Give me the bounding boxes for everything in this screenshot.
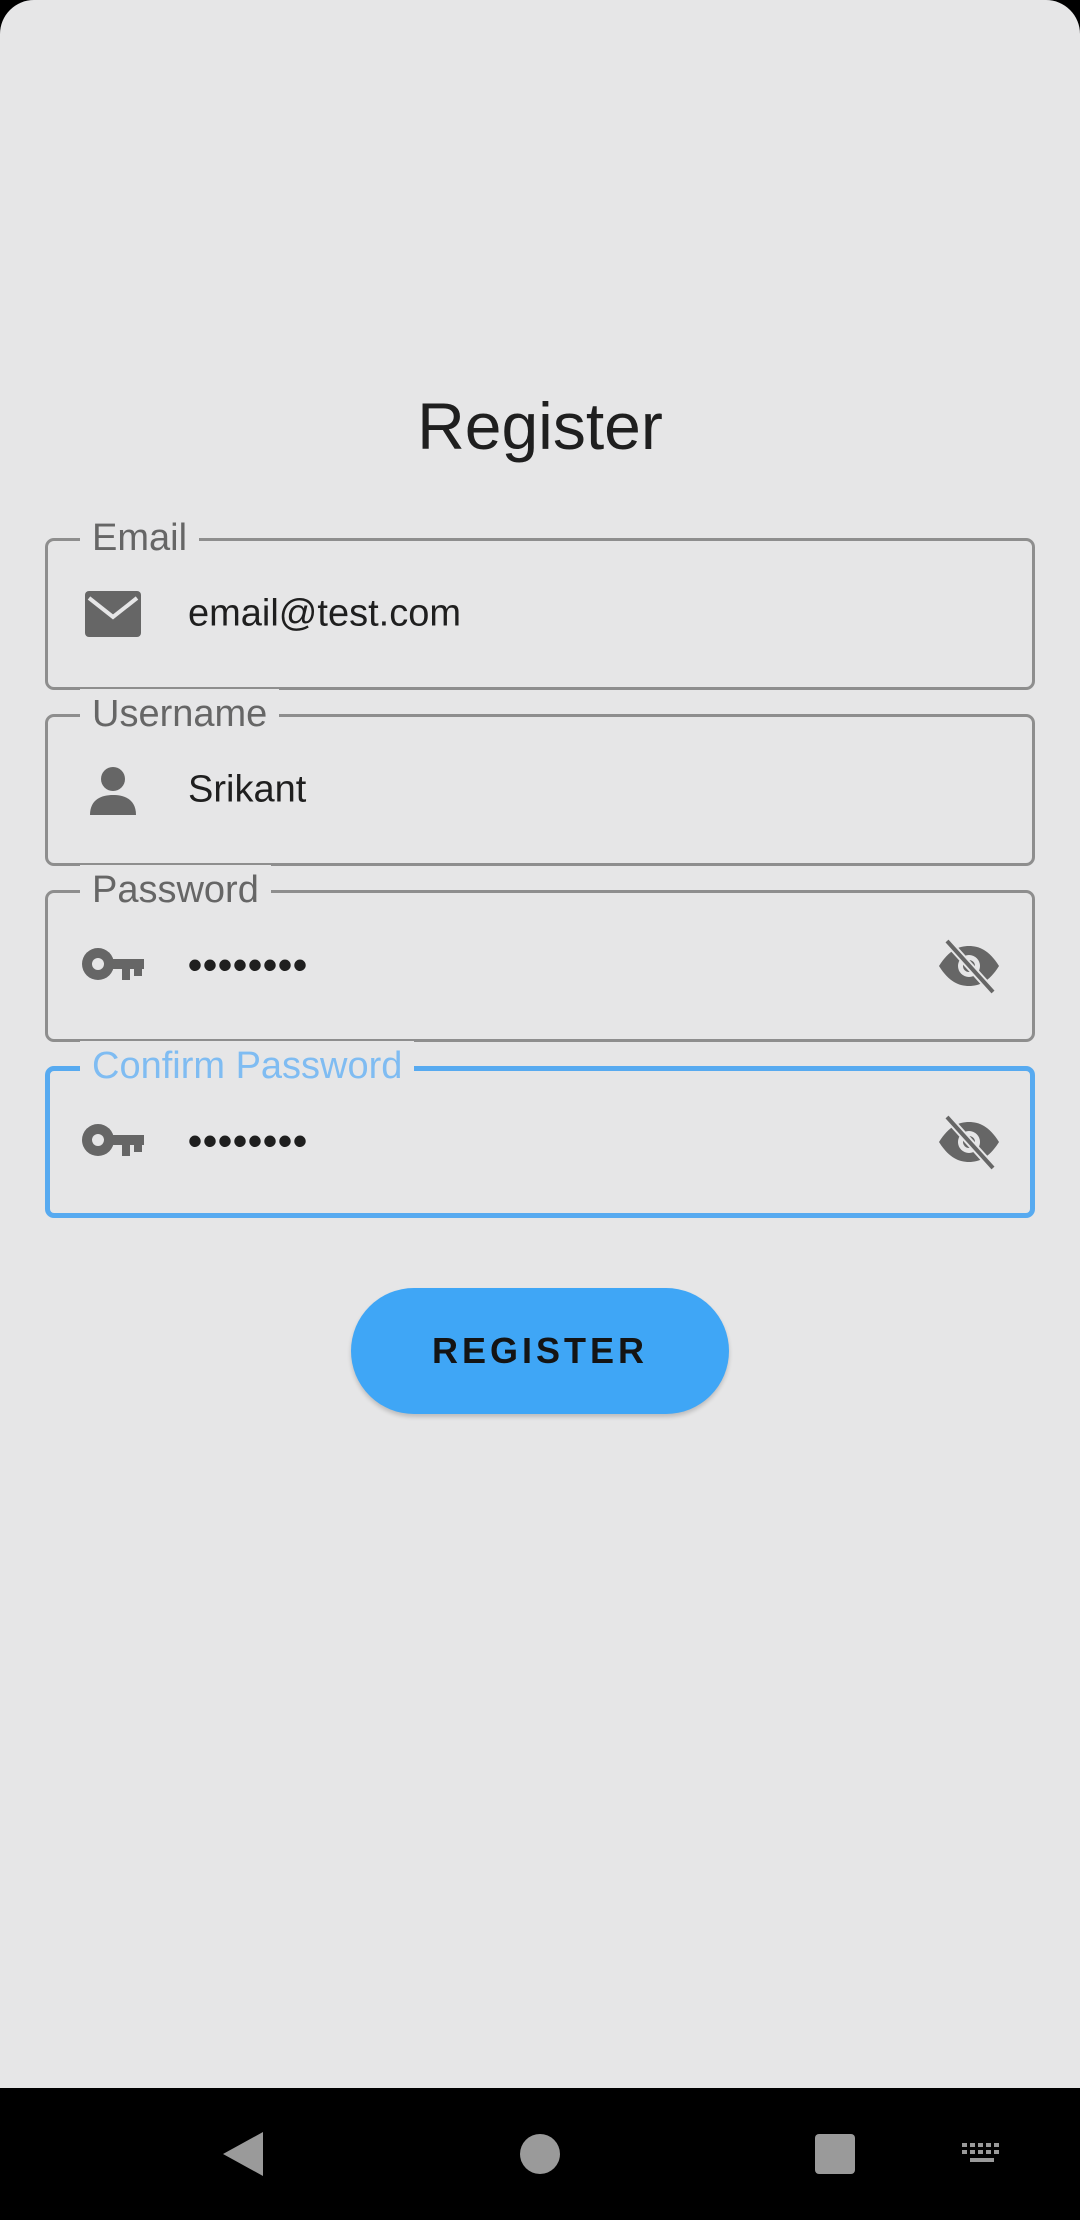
app-screen: Register Email email@test.com Username S… [0, 0, 1080, 2088]
page-title: Register [417, 389, 663, 463]
password-input[interactable]: •••••••• [188, 944, 308, 989]
navigation-bar [0, 2088, 1080, 2220]
username-label: Username [80, 689, 280, 739]
keyboard-icon[interactable] [960, 2088, 1004, 2220]
key-icon [82, 935, 144, 997]
username-field[interactable]: Username Srikant [45, 689, 1035, 866]
email-icon [82, 583, 144, 645]
home-icon[interactable] [518, 2088, 562, 2220]
recents-icon[interactable] [813, 2088, 857, 2220]
register-button[interactable]: REGISTER [351, 1288, 729, 1414]
confirm-password-input[interactable]: •••••••• [188, 1120, 308, 1165]
person-icon [82, 759, 144, 821]
confirm-password-field[interactable]: Confirm Password •••••••• [45, 1041, 1035, 1218]
email-field[interactable]: Email email@test.com [45, 513, 1035, 690]
visibility-off-icon[interactable] [936, 933, 1002, 999]
username-input[interactable]: Srikant [188, 769, 306, 812]
confirm-password-label: Confirm Password [80, 1041, 415, 1091]
password-field[interactable]: Password •••••••• [45, 865, 1035, 1042]
key-icon [82, 1111, 144, 1173]
email-input[interactable]: email@test.com [188, 593, 461, 636]
email-label: Email [80, 513, 200, 563]
back-icon[interactable] [218, 2088, 268, 2220]
password-label: Password [80, 865, 271, 915]
visibility-off-icon[interactable] [936, 1109, 1002, 1175]
